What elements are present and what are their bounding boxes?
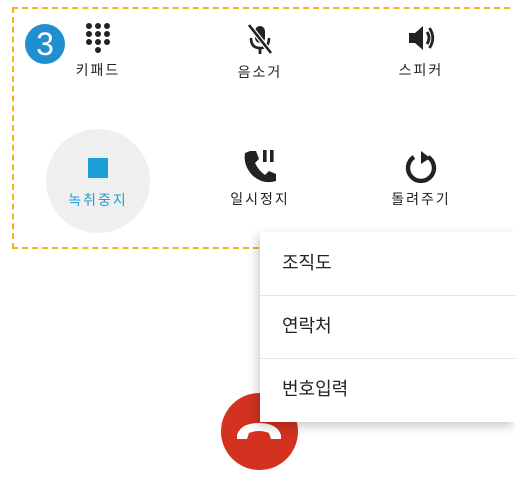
- speaker-button[interactable]: 스피커: [366, 22, 476, 80]
- redirect-icon: [405, 151, 437, 184]
- stop-recording-label: 녹취중지: [68, 193, 128, 209]
- menu-item-number-input[interactable]: 번호입력: [260, 358, 515, 420]
- transfer-label: 돌려주기: [391, 192, 451, 208]
- mute-button[interactable]: 음소거: [205, 22, 315, 82]
- speaker-icon: [409, 26, 435, 50]
- stop-recording-button[interactable]: 녹취중지: [43, 157, 153, 210]
- hold-label: 일시정지: [230, 192, 290, 208]
- keypad-icon: [86, 23, 110, 53]
- hold-button[interactable]: 일시정지: [205, 149, 315, 209]
- menu-item-org-chart[interactable]: 조직도: [260, 232, 515, 296]
- transfer-target-menu: 조직도 연락처 번호입력: [260, 232, 515, 422]
- speaker-label: 스피커: [398, 63, 444, 79]
- transfer-button[interactable]: 돌려주기: [366, 149, 476, 209]
- call-hold-icon: [244, 150, 276, 183]
- menu-item-contacts[interactable]: 연락처: [260, 295, 515, 357]
- keypad-button[interactable]: 키패드: [43, 22, 153, 80]
- mute-label: 음소거: [237, 65, 283, 81]
- mic-off-icon: [247, 23, 273, 55]
- stop-icon: [88, 158, 108, 178]
- keypad-label: 키패드: [75, 63, 121, 79]
- call-screen: 3 키패드 음소거 스피커 녹취중지 일시정지 돌려주기 조직도 연락처 번호입…: [0, 0, 515, 493]
